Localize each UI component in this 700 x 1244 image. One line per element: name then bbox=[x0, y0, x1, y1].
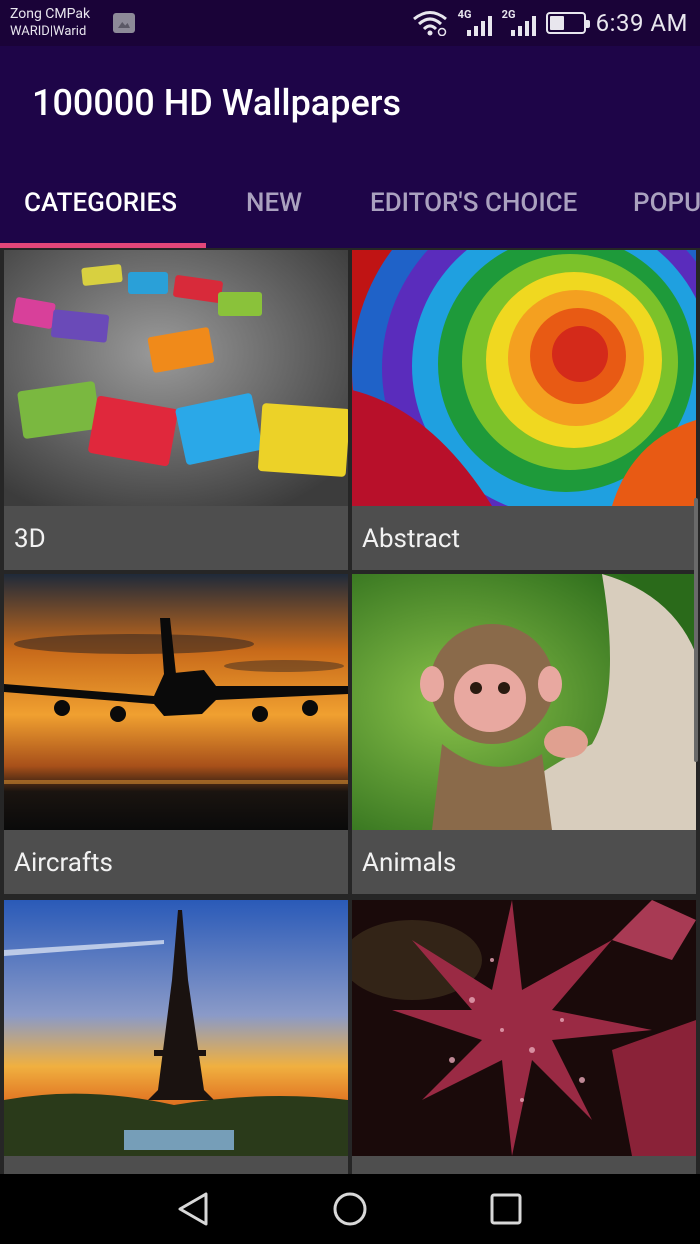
category-thumbnail bbox=[352, 574, 696, 830]
app-title: 100000 HD Wallpapers bbox=[32, 82, 401, 124]
tab-categories[interactable]: CATEGORIES bbox=[24, 188, 177, 218]
category-card-aircrafts[interactable]: Aircrafts bbox=[4, 574, 348, 894]
home-circle-icon[interactable] bbox=[332, 1191, 368, 1227]
category-thumbnail bbox=[4, 574, 348, 830]
signal-2g-icon: 2G bbox=[502, 8, 536, 36]
category-card-animals[interactable]: Animals bbox=[352, 574, 696, 894]
status-icons: 4G 2G 6:39 AM bbox=[412, 6, 688, 40]
image-icon bbox=[113, 13, 135, 33]
recents-square-icon[interactable] bbox=[488, 1191, 524, 1227]
status-bar: Zong CMPak WARID|Warid 4G 2G 6:39 AM bbox=[0, 0, 700, 46]
carrier-secondary: WARID|Warid bbox=[10, 24, 87, 39]
category-card-nature[interactable] bbox=[352, 900, 696, 1174]
status-time: 6:39 AM bbox=[595, 9, 688, 37]
back-triangle-icon[interactable] bbox=[176, 1191, 212, 1227]
category-label: Aircrafts bbox=[14, 848, 113, 878]
app-bar: 100000 HD Wallpapers bbox=[0, 46, 700, 162]
category-label: 3D bbox=[14, 524, 46, 554]
category-label: Animals bbox=[362, 848, 457, 878]
carrier-info: Zong CMPak WARID|Warid bbox=[10, 5, 90, 41]
wifi-icon bbox=[412, 11, 447, 36]
category-grid[interactable]: 3D Abstract Aircrafts Animals bbox=[0, 248, 700, 1174]
battery-level bbox=[549, 16, 565, 30]
signal-4g-icon: 4G bbox=[458, 8, 492, 36]
tab-bar: CATEGORIES NEW EDITOR'S CHOICE POPU bbox=[0, 162, 700, 248]
battery-icon bbox=[545, 12, 590, 34]
category-thumbnail bbox=[352, 900, 696, 1156]
category-card-abstract[interactable]: Abstract bbox=[352, 250, 696, 570]
category-thumbnail bbox=[4, 250, 348, 506]
carrier-primary: Zong CMPak bbox=[10, 6, 91, 22]
category-card-3d[interactable]: 3D bbox=[4, 250, 348, 570]
category-label: Abstract bbox=[362, 524, 461, 554]
category-thumbnail bbox=[352, 250, 696, 506]
tab-editors-choice[interactable]: EDITOR'S CHOICE bbox=[370, 188, 577, 218]
tab-new[interactable]: NEW bbox=[246, 188, 302, 218]
tab-popular[interactable]: POPU bbox=[633, 188, 700, 218]
category-card-cities[interactable] bbox=[4, 900, 348, 1174]
system-nav-bar bbox=[0, 1174, 700, 1244]
grid-scrollbar[interactable] bbox=[694, 498, 698, 762]
category-thumbnail bbox=[4, 900, 348, 1156]
